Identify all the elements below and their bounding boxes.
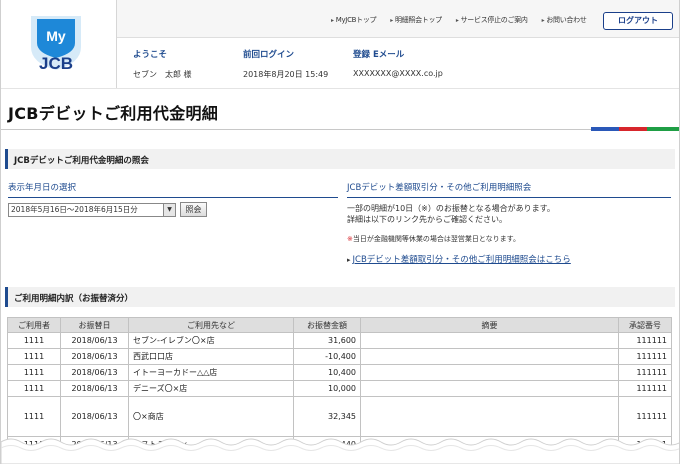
- logout-button[interactable]: ログアウト: [603, 12, 673, 30]
- torn-edge: [1, 438, 679, 464]
- holiday-note: ※当日が金融機関等休業の場合は翌営業日となります。: [347, 234, 520, 244]
- last-login-value: 2018年8月20日 15:49: [243, 70, 329, 79]
- other-info-line-2: 詳細は以下のリンク先からご確認ください。: [347, 215, 507, 224]
- myjcb-logo[interactable]: My JCB: [1, 0, 117, 88]
- page-frame: My JCB MyJCBトップ 明細照会トップ サービス停止のご案内 お問い合わ…: [0, 0, 680, 464]
- table-header-row: ご利用者 お振替日 ご利用先など お振替金額 摘要 承認番号: [7, 317, 672, 333]
- user-name: セブン 太郎 様: [133, 70, 192, 79]
- inquiry-section-header: JCBデビットご利用代金明細の照会: [5, 149, 675, 169]
- user-info: ようこそ セブン 太郎 様 前回ログイン 2018年8月20日 15:49 登録…: [117, 38, 679, 88]
- col-header-merchant: ご利用先など: [128, 317, 294, 333]
- cell-amount: 32,345: [293, 396, 361, 437]
- page-title: JCBデビットご利用代金明細: [8, 104, 219, 123]
- cell-date: 2018/06/13: [60, 348, 129, 365]
- nav-link-statement-top[interactable]: 明細照会トップ: [390, 15, 442, 25]
- cell-memo: [360, 348, 619, 365]
- table-row: 1111 2018/06/13 デニーズ〇×店 10,000 111111: [7, 380, 672, 397]
- logo-jcb-text: JCB: [39, 54, 73, 73]
- other-info-line-1: 一部の明細が10日（※）のお振替となる場合があります。: [347, 204, 555, 213]
- nav-link-contact[interactable]: お問い合わせ: [542, 15, 587, 25]
- cell-approval: 111111: [618, 332, 672, 349]
- cell-date: 2018/06/13: [60, 332, 129, 349]
- myjcb-logo-icon: My JCB: [31, 16, 81, 73]
- date-select-heading: 表示年月日の選択: [8, 181, 338, 198]
- col-header-amount: お振替金額: [293, 317, 361, 333]
- cell-memo: [360, 380, 619, 397]
- cell-user: 1111: [7, 348, 61, 365]
- cell-date: 2018/06/13: [60, 380, 129, 397]
- cell-approval: 111111: [618, 348, 672, 365]
- col-header-date: お振替日: [60, 317, 129, 333]
- details-section-title: ご利用明細内訳（お振替済分）: [14, 294, 134, 304]
- cell-memo: [360, 364, 619, 381]
- site-header: My JCB MyJCBトップ 明細照会トップ サービス停止のご案内 お問い合わ…: [1, 0, 679, 88]
- date-range-value: 2018年5月16日～2018年6月15日分: [11, 205, 138, 214]
- cell-memo: [360, 396, 619, 437]
- email-value: XXXXXXX@XXXX.co.jp: [353, 69, 443, 78]
- cell-amount: 10,400: [293, 364, 361, 381]
- cell-memo: [360, 332, 619, 349]
- cell-approval: 111111: [618, 364, 672, 381]
- cell-user: 1111: [7, 396, 61, 437]
- last-login-label: 前回ログイン: [243, 50, 295, 60]
- cell-user: 1111: [7, 332, 61, 349]
- last-login-block: 前回ログイン 2018年8月20日 15:49: [243, 48, 328, 80]
- cell-user: 1111: [7, 364, 61, 381]
- cell-user: 1111: [7, 380, 61, 397]
- col-header-user: ご利用者: [7, 317, 61, 333]
- cell-amount: 31,600: [293, 332, 361, 349]
- cell-amount: 10,000: [293, 380, 361, 397]
- inquiry-section-title: JCBデビットご利用代金明細の照会: [14, 156, 149, 166]
- cell-merchant: デニーズ〇×店: [128, 380, 294, 397]
- cell-approval: 111111: [618, 396, 672, 437]
- other-statement-heading: JCBデビット差額取引分・その他ご利用明細照会: [347, 181, 671, 198]
- nav-link-myjcb-top[interactable]: MyJCBトップ: [331, 15, 377, 25]
- welcome-label: ようこそ: [133, 50, 168, 60]
- header-right: MyJCBトップ 明細照会トップ サービス停止のご案内 お問い合わせ ログアウト…: [117, 0, 679, 88]
- cell-merchant: セブン-イレブン〇×店: [128, 332, 294, 349]
- date-range-select[interactable]: 2018年5月16日～2018年6月15日分 ▼: [8, 203, 176, 217]
- cell-date: 2018/06/13: [60, 364, 129, 381]
- details-section-header: ご利用明細内訳（お振替済分）: [5, 287, 675, 307]
- top-nav-links: MyJCBトップ 明細照会トップ サービス停止のご案内 お問い合わせ: [331, 15, 587, 25]
- view-button[interactable]: 照会: [180, 202, 207, 217]
- chevron-down-icon[interactable]: ▼: [163, 204, 175, 216]
- cell-merchant: イトーヨーカドー△△店: [128, 364, 294, 381]
- table-row: 1111 2018/06/13 〇×商店 32,345 111111: [7, 396, 672, 437]
- col-header-approval: 承認番号: [618, 317, 672, 333]
- table-row: 1111 2018/06/13 セブン-イレブン〇×店 31,600 11111…: [7, 332, 672, 349]
- note-text: 当日が金融機関等休業の場合は翌営業日となります。: [352, 235, 520, 243]
- email-label: 登録 Eメール: [353, 50, 405, 60]
- welcome-block: ようこそ セブン 太郎 様: [133, 48, 192, 80]
- title-bar: JCBデビットご利用代金明細: [1, 88, 679, 128]
- cell-amount: -10,400: [293, 348, 361, 365]
- top-navigation: MyJCBトップ 明細照会トップ サービス停止のご案内 お問い合わせ ログアウト: [117, 0, 679, 38]
- table-row: 1111 2018/06/13 イトーヨーカドー△△店 10,400 11111…: [7, 364, 672, 381]
- cell-approval: 111111: [618, 380, 672, 397]
- cell-date: 2018/06/13: [60, 396, 129, 437]
- col-header-memo: 摘要: [360, 317, 619, 333]
- other-statement-link[interactable]: JCBデビット差額取引分・その他ご利用明細照会はこちら: [347, 253, 571, 265]
- statement-table: ご利用者 お振替日 ご利用先など お振替金額 摘要 承認番号 1111 2018…: [7, 317, 672, 453]
- table-row: 1111 2018/06/13 西武口口店 -10,400 111111: [7, 348, 672, 365]
- cell-merchant: 西武口口店: [128, 348, 294, 365]
- title-color-stripe: [1, 127, 679, 131]
- cell-merchant: 〇×商店: [128, 396, 294, 437]
- email-block: 登録 Eメール XXXXXXX@XXXX.co.jp: [353, 48, 443, 78]
- nav-link-service-outage[interactable]: サービス停止のご案内: [456, 15, 528, 25]
- logo-my-text: My: [46, 28, 66, 44]
